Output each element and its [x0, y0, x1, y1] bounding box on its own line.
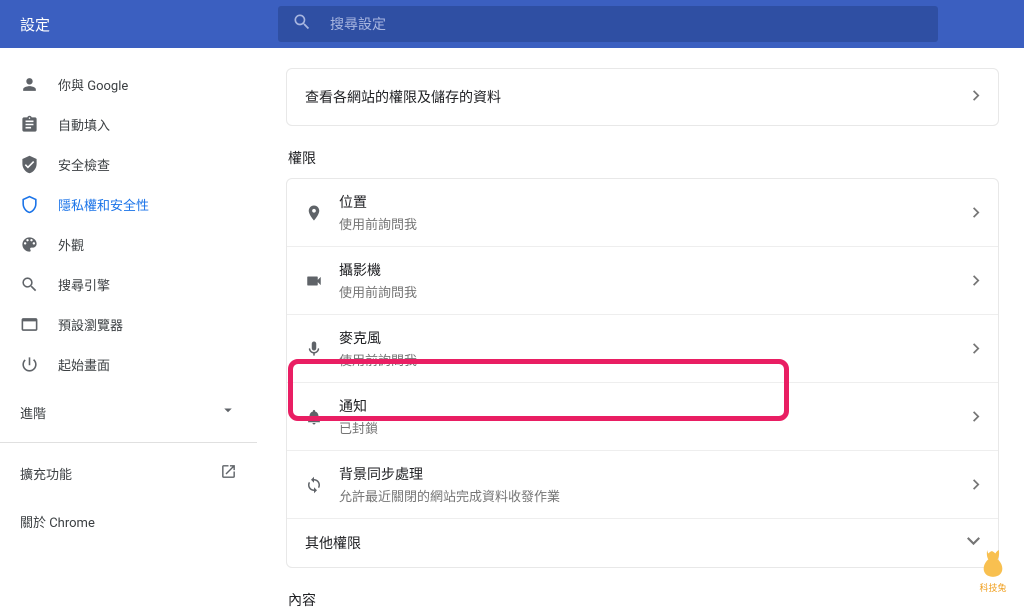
sidebar-item-safety[interactable]: 安全檢查 [0, 144, 257, 184]
sidebar-item-you-google[interactable]: 你與 Google [0, 64, 257, 104]
chevron-right-icon [973, 339, 980, 358]
mic-icon [305, 340, 339, 358]
perm-title: 攝影機 [339, 260, 973, 280]
search-icon [292, 12, 330, 36]
sidebar-item-label: 外觀 [58, 235, 84, 254]
sidebar-item-label: 隱私權和安全性 [58, 195, 149, 214]
perm-title: 背景同步處理 [339, 464, 973, 484]
bell-icon [305, 408, 339, 426]
sidebar-item-appearance[interactable]: 外觀 [0, 224, 257, 264]
permissions-card: 位置 使用前詢問我 攝影機 使用前詢問我 麥克風 使用前詢問我 [286, 178, 999, 568]
chevron-right-icon [973, 475, 980, 494]
perm-title: 通知 [339, 396, 973, 416]
sidebar-item-autofill[interactable]: 自動填入 [0, 104, 257, 144]
main-content: 查看各網站的權限及儲存的資料 權限 位置 使用前詢問我 攝影機 [258, 48, 1024, 607]
sidebar-item-label: 搜尋引擎 [58, 275, 110, 294]
sync-icon [305, 476, 339, 494]
sidebar: 你與 Google 自動填入 安全檢查 隱私權和安全性 外觀 [0, 48, 258, 607]
sidebar-item-label: 自動填入 [58, 115, 110, 134]
permission-mic[interactable]: 麥克風 使用前詢問我 [287, 314, 998, 382]
search-input[interactable] [330, 16, 924, 32]
search-icon [20, 275, 58, 294]
autofill-icon [20, 115, 58, 134]
chevron-right-icon [973, 89, 980, 105]
power-icon [20, 355, 58, 374]
pin-icon [305, 204, 339, 222]
row-title: 查看各網站的權限及儲存的資料 [305, 87, 501, 107]
watermark-logo: 科技兔 [972, 547, 1014, 597]
permissions-heading: 權限 [288, 148, 999, 168]
perm-subtitle: 使用前詢問我 [339, 282, 973, 301]
sidebar-item-search-engine[interactable]: 搜尋引擎 [0, 264, 257, 304]
permission-background-sync[interactable]: 背景同步處理 允許最近關閉的網站完成資料收發作業 [287, 450, 998, 518]
permission-location[interactable]: 位置 使用前詢問我 [287, 179, 998, 246]
sidebar-item-label: 安全檢查 [58, 155, 110, 174]
chevron-right-icon [973, 203, 980, 222]
perm-subtitle: 使用前詢問我 [339, 214, 973, 233]
palette-icon [20, 235, 58, 254]
sidebar-extensions[interactable]: 擴充功能 [0, 453, 257, 493]
chevron-right-icon [973, 271, 980, 290]
sidebar-item-default-browser[interactable]: 預設瀏覽器 [0, 304, 257, 344]
sidebar-item-startup[interactable]: 起始畫面 [0, 344, 257, 384]
chevron-right-icon [973, 407, 980, 426]
permission-notifications[interactable]: 通知 已封鎖 [287, 382, 998, 450]
perm-subtitle: 使用前詢問我 [339, 350, 973, 369]
browser-icon [20, 315, 58, 334]
row-title: 其他權限 [305, 533, 361, 553]
sidebar-item-label: 起始畫面 [58, 355, 110, 374]
perm-subtitle: 允許最近關閉的網站完成資料收發作業 [339, 486, 973, 505]
sidebar-item-label: 你與 Google [58, 75, 128, 94]
view-site-permissions-row[interactable]: 查看各網站的權限及儲存的資料 [287, 69, 998, 125]
extensions-label: 擴充功能 [20, 464, 72, 483]
shield-check-icon [20, 155, 58, 174]
camera-icon [305, 272, 339, 290]
content-heading: 內容 [288, 590, 999, 610]
divider [0, 442, 257, 443]
perm-title: 位置 [339, 192, 973, 212]
person-icon [20, 75, 58, 94]
perm-subtitle: 已封鎖 [339, 418, 973, 437]
about-label: 關於 Chrome [20, 512, 95, 531]
advanced-label: 進階 [20, 403, 46, 422]
perm-title: 麥克風 [339, 328, 973, 348]
sidebar-item-privacy[interactable]: 隱私權和安全性 [0, 184, 257, 224]
page-title: 設定 [20, 14, 278, 35]
other-permissions-row[interactable]: 其他權限 [287, 518, 998, 567]
shield-icon [20, 195, 58, 214]
search-container[interactable] [278, 6, 938, 42]
sidebar-advanced-toggle[interactable]: 進階 [0, 392, 257, 432]
sidebar-item-label: 預設瀏覽器 [58, 315, 123, 334]
permission-camera[interactable]: 攝影機 使用前詢問我 [287, 246, 998, 314]
sidebar-about[interactable]: 關於 Chrome [0, 501, 257, 541]
chevron-down-icon [219, 401, 237, 423]
external-link-icon [220, 463, 237, 484]
